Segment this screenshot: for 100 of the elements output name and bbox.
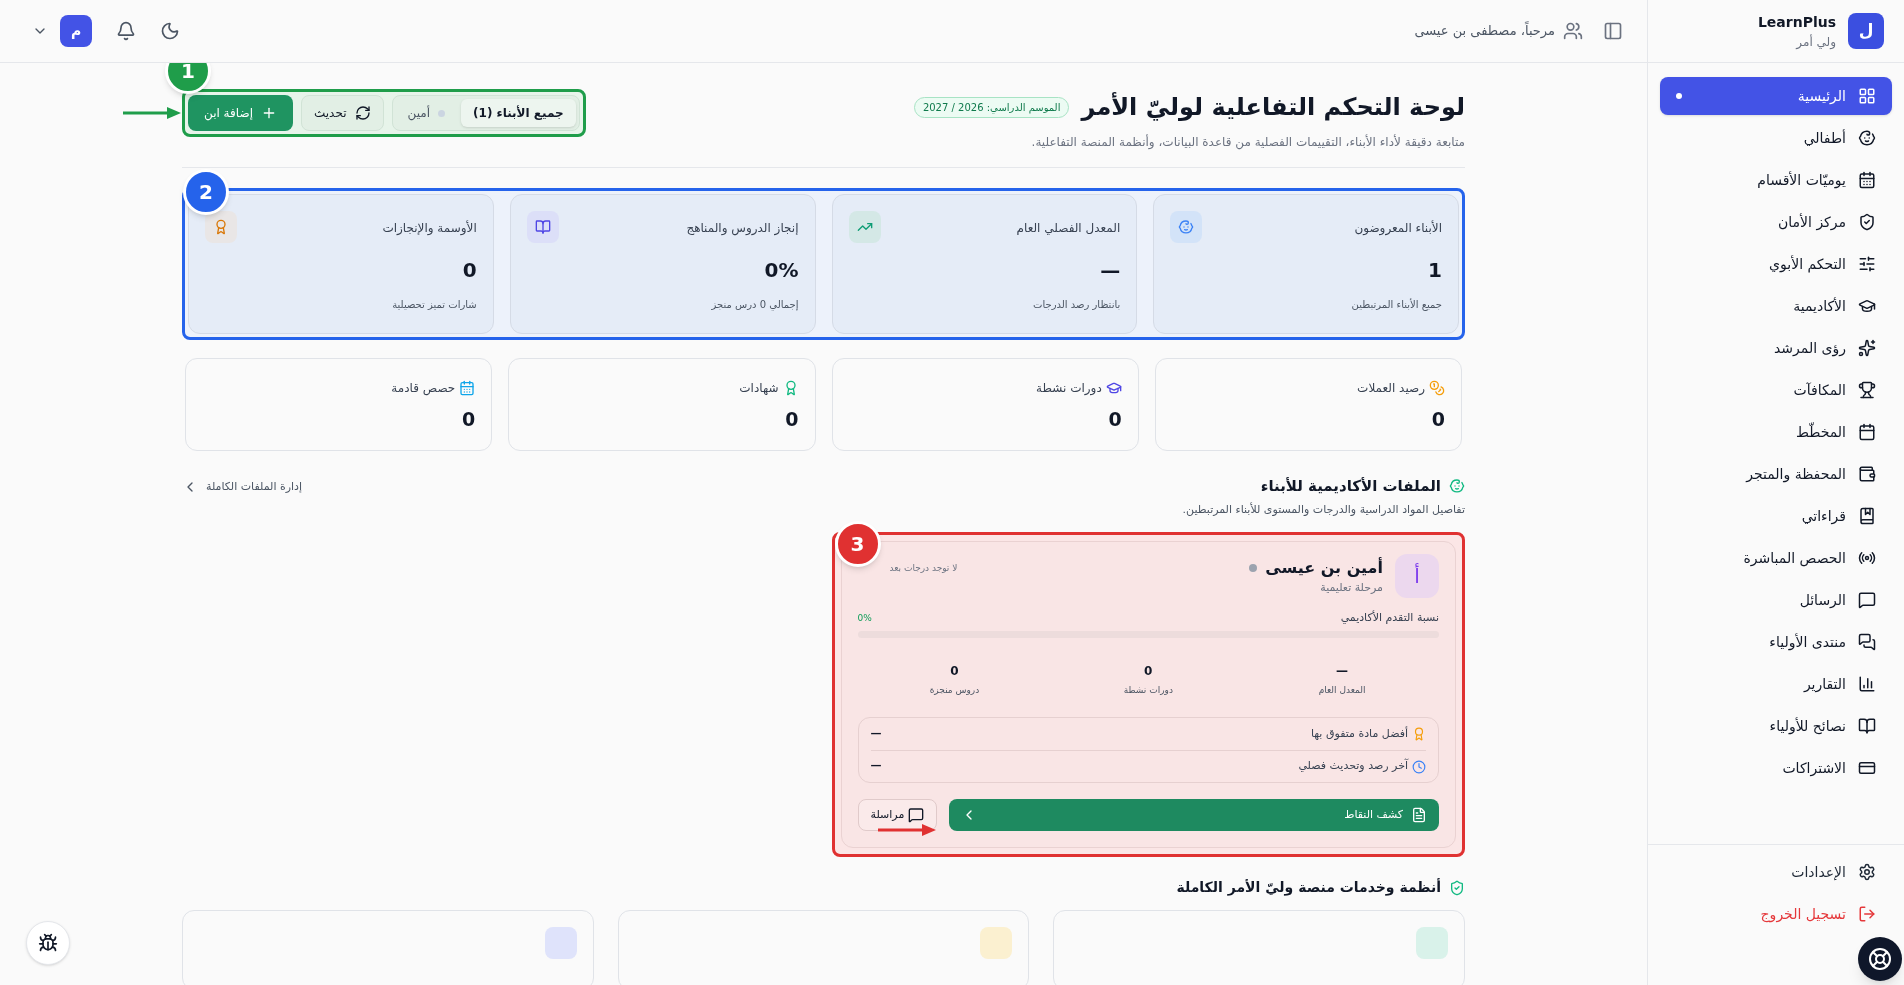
metric-value: — [1336, 662, 1349, 680]
metric-value: 0 [1144, 662, 1153, 680]
service-icon [1416, 927, 1448, 959]
service-icon [980, 927, 1013, 959]
progress-reading: 0% [857, 611, 872, 625]
add-child-button[interactable]: إضافة ابن [188, 95, 293, 131]
nav-icon [1858, 717, 1876, 735]
page-subtitle: متابعة دقيقة لأداء الأبناء، التقييمات الفصلية من قاعدة البيانات، وأنظمة المنصة التفاعلية. [1030, 133, 1465, 151]
nav-icon [1858, 339, 1876, 357]
nav-icon [1858, 129, 1876, 147]
stat-value: 0 [1430, 407, 1445, 432]
metric-label: دروس منجزة [929, 683, 980, 697]
report-button[interactable]: كشف النقاط [949, 799, 1439, 831]
sidebar-item[interactable]: منتدى الأولياء [1660, 623, 1892, 661]
notification-icon[interactable] [116, 21, 136, 41]
nav-icon [1858, 759, 1876, 777]
award-icon [1412, 727, 1426, 741]
sidebar-item[interactable]: يوميّات الأقسام [1660, 161, 1892, 199]
stat-note: شارات تميز تحصيلية [392, 298, 477, 312]
nav-icon [1858, 255, 1876, 273]
user-avatar[interactable]: م [60, 15, 92, 47]
sidebar-item[interactable]: تسجيل الخروج [1660, 895, 1892, 933]
nav-icon [1858, 213, 1876, 231]
stat-value: 0 [1107, 407, 1122, 432]
sidebar-item[interactable]: نصائح للأولياء [1660, 707, 1892, 745]
sidebar-item[interactable]: رؤى المرشد [1660, 329, 1892, 367]
nav-icon [1858, 171, 1876, 189]
stat-label: الأوسمة والإنجازات [382, 219, 477, 237]
season-badge: الموسم الدراسي: 2026 / 2027 [913, 96, 1070, 118]
child-stage: مرحلة تعليمية [1319, 579, 1383, 596]
stat-label: الأبناء المعروضون [1354, 219, 1442, 237]
detail-value: — [870, 725, 882, 742]
stat-label: رصيد العملات [1357, 380, 1425, 397]
stat-label: شهادات [739, 380, 779, 397]
sidebar-item[interactable]: المكافآت [1660, 371, 1892, 409]
nav-icon [1858, 297, 1876, 315]
annotation-number: 1 [165, 63, 211, 94]
sidebar-toggle-icon[interactable] [1603, 21, 1623, 41]
section-subtitle: تفاصيل المواد الدراسية والدرجات والمستوى للأبناء المرتبطين. [1182, 501, 1465, 518]
nav-icon [1858, 633, 1876, 651]
progress-label: نسبة التقدم الأكاديمي [1340, 610, 1439, 626]
manage-profiles-link[interactable]: إدارة الملفات الكاملة [182, 475, 303, 496]
nav-icon [1858, 675, 1876, 693]
filter-tab[interactable]: جميع الأبناء (1) [461, 99, 576, 127]
metric-label: دورات نشطة [1123, 683, 1173, 697]
sidebar-item[interactable]: الرسائل [1660, 581, 1892, 619]
refresh-icon [354, 105, 371, 121]
plus-icon [261, 105, 277, 121]
annotation-arrow [877, 823, 936, 837]
logout-icon [1858, 905, 1876, 923]
child-name: أمين بن عيسى [1265, 556, 1383, 579]
stat-label: إنجاز الدروس والمناهج [686, 220, 799, 237]
section-title: أنظمة وخدمات منصة وليّ الأمر الكاملة [1176, 877, 1441, 898]
sidebar-item[interactable]: قراءاتي [1660, 497, 1892, 535]
stat-icon [1170, 211, 1203, 243]
sidebar-item[interactable]: التقارير [1660, 665, 1892, 703]
stat-icon [848, 211, 881, 243]
nav-icon [1858, 591, 1876, 609]
sidebar-item[interactable]: الإعدادات [1660, 853, 1892, 891]
nav-icon [1858, 507, 1876, 525]
sidebar-item[interactable]: التحكم الأبوي [1660, 245, 1892, 283]
shield-check-icon [1449, 879, 1465, 896]
clock-icon [1412, 759, 1426, 774]
stat-icon [1429, 380, 1445, 396]
sidebar-item[interactable]: الأكاديمية [1660, 287, 1892, 325]
sidebar-item[interactable]: الاشتراكات [1660, 749, 1892, 787]
nav-icon [1858, 423, 1876, 441]
sidebar-item[interactable]: المحفظة والمتجر [1660, 455, 1892, 493]
section-title: الملفات الأكاديمية للأبناء [1260, 476, 1441, 497]
stat-value: 0 [784, 407, 799, 432]
nav-icon [1858, 549, 1876, 567]
brand-name: LearnPlus [1757, 12, 1836, 32]
annotation-arrow [123, 106, 181, 120]
greeting-text: مرحباً، مصطفى بن عيسى [1414, 21, 1555, 41]
stat-note: إجمالي 0 درس منجز [711, 298, 799, 312]
detail-label: آخر رصد وتحديث فصلي [1298, 758, 1408, 775]
nav-icon [1858, 87, 1876, 105]
child-avatar: أ [1395, 554, 1439, 598]
sidebar-item[interactable]: الحصص المباشرة [1660, 539, 1892, 577]
sidebar-item[interactable]: المخطّط [1660, 413, 1892, 451]
detail-label: أفضل مادة متفوق بها [1310, 725, 1408, 742]
nav-icon [1858, 381, 1876, 399]
stat-value: 1 [1428, 257, 1442, 284]
theme-icon[interactable] [160, 21, 180, 41]
users-icon [1563, 21, 1583, 41]
refresh-button[interactable]: تحديث [301, 95, 384, 131]
document-icon [1411, 807, 1427, 823]
message-button[interactable]: مراسلة [857, 799, 938, 831]
metric-label: المعدل العام [1318, 683, 1366, 697]
metric-value: 0 [950, 662, 959, 680]
filter-tab[interactable]: أمين [395, 99, 458, 127]
annotation-number: 3 [834, 521, 881, 567]
stat-label: المعدل الفصلي العام [1016, 220, 1121, 237]
bug-report-button[interactable] [26, 921, 70, 965]
sidebar-item[interactable]: الرئيسية [1660, 77, 1892, 115]
sidebar-item[interactable]: مركز الأمان [1660, 203, 1892, 241]
sidebar-item[interactable]: أطفالي [1660, 119, 1892, 157]
stat-icon [205, 211, 237, 243]
user-role: ولي أمر [1794, 33, 1836, 51]
brand-logo: ل [1848, 13, 1884, 49]
